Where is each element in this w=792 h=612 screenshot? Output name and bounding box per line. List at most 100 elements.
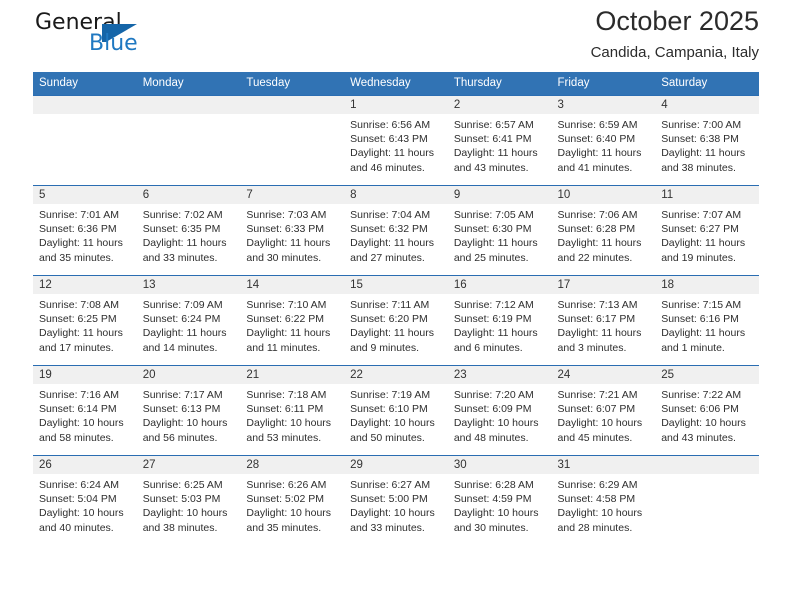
day-daylight2-text: and 14 minutes. [142, 341, 218, 354]
day-number: 29 [344, 456, 448, 474]
calendar-week-row: 1 Sunrise: 6:56 AM Sunset: 6:43 PM Daylight… [33, 95, 759, 186]
calendar-day-cell[interactable]: 4 Sunrise: 7:00 AM Sunset: 6:38 PM Daylight… [655, 95, 759, 186]
day-daylight1-text: Daylight: 11 hours [350, 147, 434, 160]
day-daylight2-text: and 41 minutes. [557, 161, 633, 174]
day-daylight1-text: Daylight: 11 hours [661, 147, 746, 160]
general-blue-logo[interactable]: General Blue [33, 10, 223, 66]
day-sun-info: Sunrise: 7:19 AM Sunset: 6:10 PM Daylight:… [344, 384, 448, 445]
day-number: 10 [551, 186, 656, 204]
calendar-day-cell[interactable]: 26 Sunrise: 6:24 AM Sunset: 5:04 PM Dayligh… [33, 455, 137, 545]
day-daylight1-text: Daylight: 10 hours [453, 417, 539, 430]
day-daylight2-text: and 3 minutes. [557, 341, 627, 354]
day-daylight1-text: Daylight: 11 hours [661, 327, 746, 340]
day-daylight1-text: Daylight: 11 hours [246, 237, 331, 250]
calendar-day-cell[interactable]: 25 Sunrise: 7:22 AM Sunset: 6:06 PM Dayligh… [655, 365, 759, 456]
day-number: 24 [551, 366, 656, 384]
day-sunset-text: Sunset: 5:00 PM [350, 493, 428, 506]
calendar-day-cell[interactable]: 1 Sunrise: 6:56 AM Sunset: 6:43 PM Daylight… [344, 95, 448, 186]
day-number: 13 [136, 276, 241, 294]
calendar-day-cell[interactable]: 14 Sunrise: 7:10 AM Sunset: 6:22 PM Dayligh… [240, 275, 345, 366]
day-number [655, 456, 759, 474]
day-daylight2-text: and 1 minute. [661, 341, 725, 354]
day-sun-info: Sunrise: 7:01 AM Sunset: 6:36 PM Daylight:… [33, 204, 137, 265]
calendar-day-cell[interactable]: 27 Sunrise: 6:25 AM Sunset: 5:03 PM Dayligh… [136, 455, 241, 545]
day-daylight1-text: Daylight: 10 hours [557, 507, 643, 520]
calendar-day-cell[interactable]: 13 Sunrise: 7:09 AM Sunset: 6:24 PM Dayligh… [136, 275, 241, 366]
day-daylight1-text: Daylight: 11 hours [453, 327, 538, 340]
day-sunset-text: Sunset: 6:07 PM [557, 403, 636, 416]
day-cell-inner: 22 Sunrise: 7:19 AM Sunset: 6:10 PM Dayligh… [344, 366, 448, 455]
calendar-day-cell[interactable]: 31 Sunrise: 6:29 AM Sunset: 4:58 PM Dayligh… [551, 455, 656, 545]
day-cell-inner: 30 Sunrise: 6:28 AM Sunset: 4:59 PM Dayligh… [447, 456, 552, 545]
calendar-day-cell[interactable]: 30 Sunrise: 6:28 AM Sunset: 4:59 PM Dayligh… [447, 455, 552, 545]
day-daylight1-text: Daylight: 10 hours [453, 507, 539, 520]
calendar-day-cell[interactable]: 16 Sunrise: 7:12 AM Sunset: 6:19 PM Dayligh… [447, 275, 552, 366]
day-sun-info: Sunrise: 7:04 AM Sunset: 6:32 PM Daylight:… [344, 204, 448, 265]
calendar-day-cell[interactable]: 12 Sunrise: 7:08 AM Sunset: 6:25 PM Dayligh… [33, 275, 137, 366]
calendar-day-cell[interactable]: 23 Sunrise: 7:20 AM Sunset: 6:09 PM Dayligh… [447, 365, 552, 456]
day-daylight2-text: and 28 minutes. [557, 521, 633, 534]
calendar-day-cell[interactable]: 15 Sunrise: 7:11 AM Sunset: 6:20 PM Dayligh… [344, 275, 448, 366]
day-cell-inner: 4 Sunrise: 7:00 AM Sunset: 6:38 PM Daylight… [655, 96, 759, 185]
calendar-day-cell[interactable]: 6 Sunrise: 7:02 AM Sunset: 6:35 PM Daylight… [136, 185, 241, 276]
day-number: 7 [240, 186, 345, 204]
calendar-week-row: 12 Sunrise: 7:08 AM Sunset: 6:25 PM Dayligh… [33, 275, 759, 366]
day-daylight1-text: Daylight: 11 hours [39, 237, 123, 250]
day-cell-inner: 8 Sunrise: 7:04 AM Sunset: 6:32 PM Daylight… [344, 186, 448, 275]
day-daylight2-text: and 58 minutes. [39, 431, 114, 444]
calendar-day-cell[interactable]: 20 Sunrise: 7:17 AM Sunset: 6:13 PM Dayligh… [136, 365, 241, 456]
day-daylight2-text: and 53 minutes. [246, 431, 322, 444]
day-sunset-text: Sunset: 6:33 PM [246, 223, 325, 236]
day-daylight2-text: and 50 minutes. [350, 431, 425, 444]
day-sunrise-text: Sunrise: 7:13 AM [557, 299, 638, 311]
logo-text-blue: Blue [89, 31, 138, 56]
day-sun-info: Sunrise: 6:26 AM Sunset: 5:02 PM Daylight:… [240, 474, 344, 535]
day-number: 19 [33, 366, 137, 384]
weekday-header-monday: Monday [136, 72, 241, 96]
calendar-body: 1 Sunrise: 6:56 AM Sunset: 6:43 PM Daylight… [33, 95, 759, 545]
calendar-day-cell[interactable]: 21 Sunrise: 7:18 AM Sunset: 6:11 PM Dayligh… [240, 365, 345, 456]
day-daylight2-text: and 38 minutes. [661, 161, 736, 174]
day-sunrise-text: Sunrise: 7:06 AM [557, 209, 638, 221]
day-daylight1-text: Daylight: 10 hours [142, 507, 228, 520]
day-daylight2-text: and 35 minutes. [246, 521, 322, 534]
day-number: 11 [655, 186, 759, 204]
calendar-day-cell[interactable]: 7 Sunrise: 7:03 AM Sunset: 6:33 PM Daylight… [240, 185, 345, 276]
calendar-day-cell[interactable]: 8 Sunrise: 7:04 AM Sunset: 6:32 PM Daylight… [344, 185, 448, 276]
calendar-day-cell[interactable]: 5 Sunrise: 7:01 AM Sunset: 6:36 PM Daylight… [33, 185, 137, 276]
day-sun-info: Sunrise: 7:07 AM Sunset: 6:27 PM Daylight:… [655, 204, 759, 265]
calendar-day-cell[interactable]: 19 Sunrise: 7:16 AM Sunset: 6:14 PM Dayligh… [33, 365, 137, 456]
calendar-day-cell[interactable]: 10 Sunrise: 7:06 AM Sunset: 6:28 PM Dayligh… [551, 185, 656, 276]
day-sunrise-text: Sunrise: 6:59 AM [557, 119, 638, 131]
day-daylight1-text: Daylight: 11 hours [453, 237, 538, 250]
day-cell-inner: 21 Sunrise: 7:18 AM Sunset: 6:11 PM Dayligh… [240, 366, 345, 455]
calendar-day-cell[interactable]: 17 Sunrise: 7:13 AM Sunset: 6:17 PM Dayligh… [551, 275, 656, 366]
day-daylight2-text: and 25 minutes. [453, 251, 529, 264]
calendar-day-cell[interactable]: 29 Sunrise: 6:27 AM Sunset: 5:00 PM Dayligh… [344, 455, 448, 545]
day-cell-inner: 29 Sunrise: 6:27 AM Sunset: 5:00 PM Dayligh… [344, 456, 448, 545]
day-daylight1-text: Daylight: 11 hours [557, 327, 642, 340]
day-sunrise-text: Sunrise: 7:02 AM [142, 209, 223, 221]
day-number: 18 [655, 276, 759, 294]
day-sunrise-text: Sunrise: 7:20 AM [453, 389, 534, 401]
calendar-day-cell[interactable]: 22 Sunrise: 7:19 AM Sunset: 6:10 PM Dayligh… [344, 365, 448, 456]
day-number: 27 [136, 456, 241, 474]
calendar-day-cell[interactable]: 18 Sunrise: 7:15 AM Sunset: 6:16 PM Dayligh… [655, 275, 759, 366]
day-sun-info: Sunrise: 6:57 AM Sunset: 6:41 PM Daylight:… [448, 114, 552, 175]
weekday-header-tuesday: Tuesday [240, 72, 345, 96]
day-sunset-text: Sunset: 5:04 PM [39, 493, 117, 506]
calendar-day-cell[interactable]: 28 Sunrise: 6:26 AM Sunset: 5:02 PM Dayligh… [240, 455, 345, 545]
day-cell-inner: 9 Sunrise: 7:05 AM Sunset: 6:30 PM Daylight… [447, 186, 552, 275]
day-sunset-text: Sunset: 6:11 PM [246, 403, 324, 416]
calendar-day-cell[interactable]: 11 Sunrise: 7:07 AM Sunset: 6:27 PM Dayligh… [655, 185, 759, 276]
day-number: 20 [136, 366, 241, 384]
calendar-day-cell[interactable]: 9 Sunrise: 7:05 AM Sunset: 6:30 PM Daylight… [447, 185, 552, 276]
day-number: 6 [136, 186, 241, 204]
day-cell-inner [136, 96, 241, 185]
day-sunrise-text: Sunrise: 7:15 AM [661, 299, 742, 311]
day-sun-info: Sunrise: 7:05 AM Sunset: 6:30 PM Daylight:… [448, 204, 552, 265]
calendar-day-cell[interactable]: 2 Sunrise: 6:57 AM Sunset: 6:41 PM Daylight… [447, 95, 552, 186]
calendar-day-cell[interactable]: 3 Sunrise: 6:59 AM Sunset: 6:40 PM Daylight… [551, 95, 656, 186]
calendar-day-cell[interactable]: 24 Sunrise: 7:21 AM Sunset: 6:07 PM Dayligh… [551, 365, 656, 456]
day-sunset-text: Sunset: 6:06 PM [661, 403, 739, 416]
